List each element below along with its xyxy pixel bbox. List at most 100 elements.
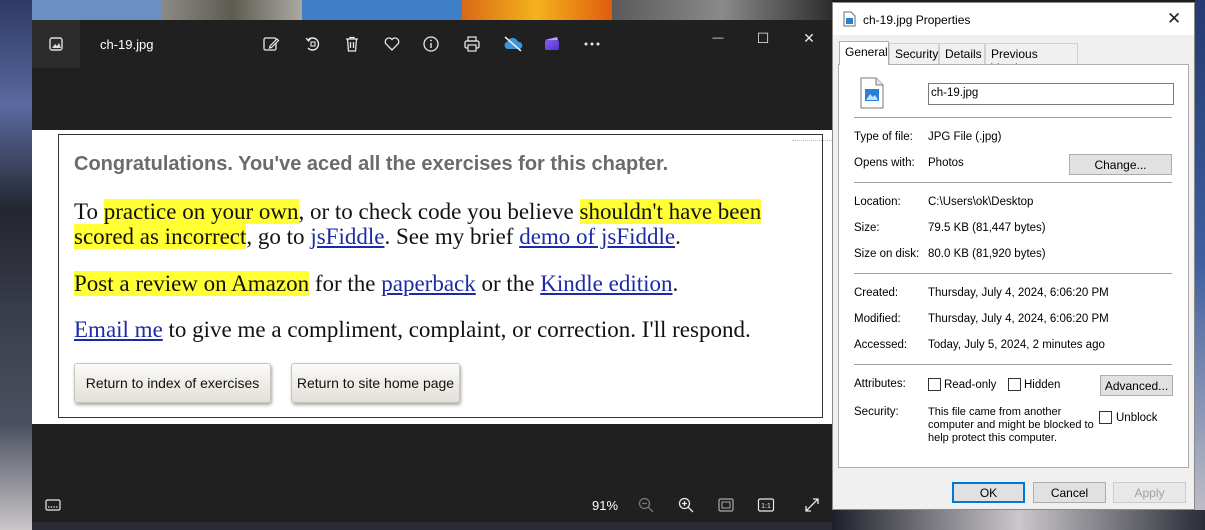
filename-field[interactable]: ch-19.jpg: [928, 83, 1174, 105]
properties-dialog: ch-19.jpg Properties ✕ General Security …: [832, 2, 1195, 510]
highlight: practice on your own: [103, 199, 299, 224]
security-message-line3: help protect this computer.: [928, 432, 1058, 444]
desktop-wallpaper: [612, 0, 832, 20]
dialog-close-icon[interactable]: ✕: [1167, 9, 1181, 29]
ok-button[interactable]: OK: [952, 482, 1025, 503]
created-value: Thursday, July 4, 2024, 6:06:20 PM: [928, 287, 1109, 299]
photo-canvas: Congratulations. You've aced all the exe…: [32, 130, 832, 424]
paragraph-practice-line2: scored as incorrect, go to jsFiddle. See…: [74, 224, 681, 249]
desktop-wallpaper: [32, 0, 162, 20]
jpg-file-large-icon: [859, 77, 885, 112]
kindle-link[interactable]: Kindle edition: [540, 271, 672, 296]
separator: [854, 273, 1172, 274]
opens-with-value: Photos: [928, 157, 964, 169]
tab-security[interactable]: Security: [889, 43, 939, 64]
photos-bottom-bar: 91% 1:1: [32, 486, 832, 522]
desktop-wallpaper: [0, 0, 32, 530]
hidden-label: Hidden: [1024, 379, 1061, 391]
change-button[interactable]: Change...: [1069, 154, 1172, 175]
fit-to-window-icon[interactable]: [715, 494, 737, 516]
location-label: Location:: [854, 196, 901, 208]
hidden-checkbox[interactable]: [1008, 378, 1021, 391]
photos-filename: ch-19.jpg: [100, 37, 154, 52]
unblock-label: Unblock: [1116, 412, 1158, 424]
type-value: JPG File (.jpg): [928, 131, 1002, 143]
desktop-wallpaper: [462, 0, 612, 20]
desktop-wallpaper: [832, 510, 1205, 530]
paragraph-email: Email me to give me a compliment, compla…: [74, 317, 751, 342]
modified-label: Modified:: [854, 313, 901, 325]
cancel-button[interactable]: Cancel: [1033, 482, 1106, 503]
clipchamp-icon[interactable]: [540, 32, 564, 56]
desktop-wallpaper: [32, 522, 832, 530]
rotate-icon[interactable]: [301, 32, 325, 56]
attributes-label: Attributes:: [854, 378, 906, 390]
photos-app-icon[interactable]: [32, 20, 80, 68]
readonly-label: Read-only: [944, 379, 997, 391]
desktop-wallpaper: [302, 0, 462, 20]
desktop-wallpaper: [162, 0, 302, 20]
separator: [854, 117, 1172, 118]
separator: [854, 182, 1172, 183]
edit-icon[interactable]: [259, 32, 283, 56]
opens-with-label: Opens with:: [854, 157, 915, 169]
location-value: C:\Users\ok\Desktop: [928, 196, 1034, 208]
filmstrip-icon[interactable]: [42, 494, 64, 516]
more-icon[interactable]: [580, 32, 604, 56]
svg-text:1:1: 1:1: [761, 503, 771, 510]
paragraph-review: Post a review on Amazon for the paperbac…: [74, 271, 679, 296]
zoom-in-icon[interactable]: [675, 494, 697, 516]
email-link[interactable]: Email me: [74, 317, 163, 342]
highlight: scored as incorrect: [74, 224, 247, 249]
type-label: Type of file:: [854, 131, 913, 143]
return-index-button[interactable]: Return to index of exercises: [74, 363, 271, 403]
tab-previous-versions[interactable]: Previous Versions: [985, 43, 1078, 75]
highlight: Post a review on Amazon: [74, 271, 310, 296]
size-value: 79.5 KB (81,447 bytes): [928, 222, 1046, 234]
modified-value: Thursday, July 4, 2024, 6:06:20 PM: [928, 313, 1109, 325]
exercise-page-frame: Congratulations. You've aced all the exe…: [58, 134, 823, 418]
accessed-value: Today, July 5, 2024, 2 minutes ago: [928, 339, 1105, 351]
unblock-checkbox[interactable]: [1099, 411, 1112, 424]
dialog-title: ch-19.jpg Properties: [863, 13, 971, 27]
security-label: Security:: [854, 406, 899, 418]
minimize-icon: —: [712, 32, 724, 44]
security-message-line1: This file came from another: [928, 406, 1062, 418]
paragraph-practice: To practice on your own, or to check cod…: [74, 199, 762, 224]
desktop-wallpaper: [1195, 0, 1205, 530]
maximize-icon: ☐: [756, 29, 770, 46]
size-on-disk-value: 80.0 KB (81,920 bytes): [928, 248, 1046, 260]
readonly-checkbox[interactable]: [928, 378, 941, 391]
zoom-level: 91%: [592, 498, 619, 513]
jpg-file-icon: [843, 11, 856, 30]
info-icon[interactable]: [419, 32, 443, 56]
created-label: Created:: [854, 287, 899, 299]
apply-button[interactable]: Apply: [1113, 482, 1186, 503]
print-icon[interactable]: [460, 32, 484, 56]
zoom-out-icon[interactable]: [635, 494, 657, 516]
separator: [854, 364, 1172, 365]
delete-icon[interactable]: [340, 32, 364, 56]
highlight: shouldn't have been: [579, 199, 762, 224]
size-label: Size:: [854, 222, 880, 234]
jsfiddle-link[interactable]: jsFiddle: [310, 224, 384, 249]
close-icon: ✕: [803, 29, 815, 46]
close-button[interactable]: ✕: [791, 26, 827, 50]
actual-size-icon[interactable]: 1:1: [755, 494, 777, 516]
page-heading: Congratulations. You've aced all the exe…: [74, 153, 669, 175]
full-screen-icon[interactable]: [801, 494, 823, 516]
size-on-disk-label: Size on disk:: [854, 248, 920, 260]
demo-jsfiddle-link[interactable]: demo of jsFiddle: [519, 224, 675, 249]
onedrive-icon[interactable]: [501, 32, 525, 56]
tab-details[interactable]: Details: [939, 43, 985, 64]
accessed-label: Accessed:: [854, 339, 908, 351]
dialog-titlebar: ch-19.jpg Properties ✕: [833, 3, 1194, 35]
advanced-button[interactable]: Advanced...: [1100, 375, 1173, 396]
tab-general[interactable]: General: [839, 41, 889, 65]
maximize-button[interactable]: ☐: [745, 26, 781, 50]
security-message-line2: computer and might be blocked to: [928, 419, 1094, 431]
minimize-button[interactable]: —: [700, 26, 736, 50]
favorite-icon[interactable]: [380, 32, 404, 56]
return-home-button[interactable]: Return to site home page: [291, 363, 460, 403]
paperback-link[interactable]: paperback: [381, 271, 476, 296]
